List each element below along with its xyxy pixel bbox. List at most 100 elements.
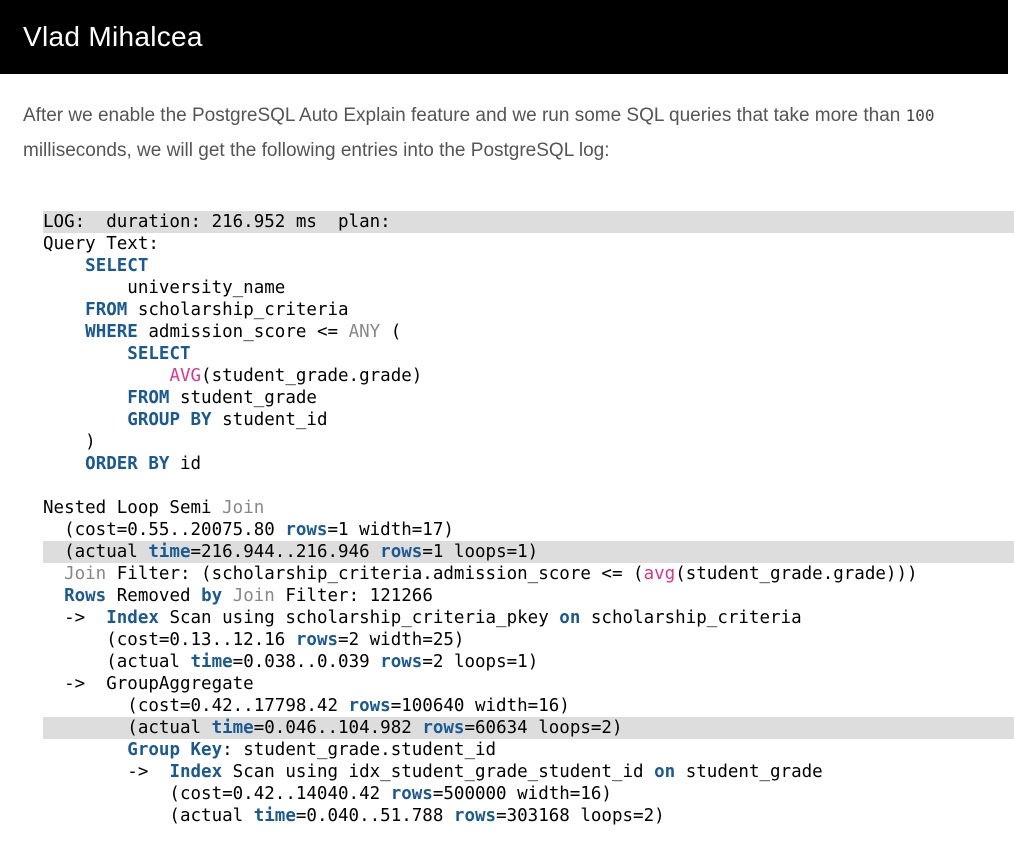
- code-token: =216.944..216.946: [190, 542, 381, 562]
- code-line: ): [43, 431, 1014, 453]
- code-token: =60634 loops=2): [464, 718, 623, 738]
- code-token-kw: Index: [106, 608, 159, 628]
- code-token-op: Join: [64, 564, 107, 584]
- code-token: student_grade: [169, 388, 317, 408]
- code-token-kw: time: [253, 806, 296, 826]
- code-token-kw: SELECT: [127, 344, 191, 364]
- code-token-kw: WHERE: [85, 322, 138, 342]
- code-token-kw: rows: [422, 718, 465, 738]
- code-token: Scan using idx_student_grade_student_id: [222, 762, 655, 782]
- code-token: Scan using scholarship_criteria_pkey: [158, 608, 560, 628]
- code-block: LOG: duration: 216.952 ms plan: Query Tex…: [43, 211, 1014, 827]
- code-token: =500000 width=16): [432, 784, 612, 804]
- code-line: SELECT: [43, 343, 1014, 365]
- code-token: =2 loops=1): [422, 652, 539, 672]
- code-token-kw: rows: [453, 806, 497, 826]
- code-token-kw: time: [148, 542, 191, 562]
- code-token: student_grade: [675, 762, 823, 782]
- code-token: admission_score <=: [137, 322, 349, 342]
- code-token-kw: on: [559, 608, 581, 628]
- code-token: (actual: [43, 652, 191, 672]
- code-token: ->: [43, 762, 170, 782]
- code-token: (actual: [43, 718, 212, 738]
- code-line: GROUP BY student_id: [43, 409, 1014, 431]
- code-token: =0.038..0.039: [232, 652, 381, 672]
- code-token-kw: time: [211, 718, 254, 738]
- inline-code: 100: [905, 106, 935, 125]
- intro-paragraph: After we enable the PostgreSQL Auto Expl…: [23, 98, 998, 168]
- code-line: (actual time=0.040..51.788 rows=303168 l…: [43, 805, 1014, 827]
- code-token: =1 loops=1): [422, 542, 539, 562]
- code-line: (cost=0.55..20075.80 rows=1 width=17): [43, 519, 1014, 541]
- code-token: LOG: duration: 216.952 ms plan:: [43, 212, 391, 232]
- code-token-kw: rows: [380, 542, 423, 562]
- code-token: Filter: 121266: [274, 586, 433, 606]
- code-token-kw: rows: [348, 696, 391, 716]
- code-token-kw: FROM: [85, 300, 128, 320]
- code-line: SELECT: [43, 255, 1014, 277]
- code-token-kw: SELECT: [85, 256, 149, 276]
- code-token: =303168 loops=2): [496, 806, 665, 826]
- code-token: =1 width=17): [327, 520, 454, 540]
- code-line: (actual time=216.944..216.946 rows=1 loo…: [43, 541, 1014, 563]
- code-token-kw: rows: [390, 784, 433, 804]
- code-line: Group Key: student_grade.student_id: [43, 739, 1014, 761]
- code-token: =2 width=25): [338, 630, 465, 650]
- code-token: (cost=0.13..12.16: [43, 630, 296, 650]
- code-token: id: [169, 454, 202, 474]
- code-token: Query Text:: [43, 234, 159, 254]
- code-token: =100640 width=16): [390, 696, 570, 716]
- code-token: Removed: [106, 586, 202, 606]
- code-token: Nested Loop Semi: [43, 498, 223, 518]
- code-token: (actual: [43, 806, 254, 826]
- code-line: -> Index Scan using scholarship_criteria…: [43, 607, 1014, 629]
- code-line: (cost=0.42..14040.42 rows=500000 width=1…: [43, 783, 1014, 805]
- code-token-fn: avg: [643, 564, 676, 584]
- code-token-kw: FROM: [127, 388, 170, 408]
- code-token: : student_grade.student_id: [222, 740, 497, 760]
- code-token: Filter: (scholarship_criteria.admission_…: [106, 564, 644, 584]
- code-line: Join Filter: (scholarship_criteria.admis…: [43, 563, 1014, 585]
- code-token: scholarship_criteria: [127, 300, 349, 320]
- code-token-kw: Group Key: [127, 740, 223, 760]
- intro-text-before: After we enable the PostgreSQL Auto Expl…: [23, 105, 906, 126]
- code-token-kw: time: [190, 652, 233, 672]
- code-token-kw: on: [654, 762, 676, 782]
- code-token: =0.040..51.788: [295, 806, 454, 826]
- code-line: ORDER BY id: [43, 453, 1014, 475]
- code-token-kw: Index: [169, 762, 223, 782]
- code-line: (cost=0.42..17798.42 rows=100640 width=1…: [43, 695, 1014, 717]
- code-token-fn: AVG: [169, 366, 202, 386]
- code-token: (cost=0.42..17798.42: [43, 696, 349, 716]
- code-token: =0.046..104.982: [253, 718, 423, 738]
- code-line: (cost=0.13..12.16 rows=2 width=25): [43, 629, 1014, 651]
- code-token: (actual: [43, 542, 149, 562]
- code-token: scholarship_criteria: [580, 608, 802, 628]
- code-token: (cost=0.42..14040.42: [43, 784, 391, 804]
- code-line: WHERE admission_score <= ANY (: [43, 321, 1014, 343]
- code-token-kw: rows: [380, 652, 423, 672]
- code-line: FROM scholarship_criteria: [43, 299, 1014, 321]
- code-token-kw: rows: [295, 630, 339, 650]
- site-title[interactable]: Vlad Mihalcea: [23, 19, 203, 55]
- code-token-kw: ORDER BY: [85, 454, 170, 474]
- code-token: university_name: [43, 278, 286, 298]
- code-token-kw: rows: [285, 520, 328, 540]
- code-token-op: ANY: [348, 322, 381, 342]
- code-line: FROM student_grade: [43, 387, 1014, 409]
- code-line: Nested Loop Semi Join: [43, 497, 1014, 519]
- code-line: Query Text:: [43, 233, 1014, 255]
- code-token: (: [380, 322, 402, 342]
- code-line: university_name: [43, 277, 1014, 299]
- code-token-op: Join: [232, 586, 275, 606]
- code-token-kw: by: [201, 586, 223, 606]
